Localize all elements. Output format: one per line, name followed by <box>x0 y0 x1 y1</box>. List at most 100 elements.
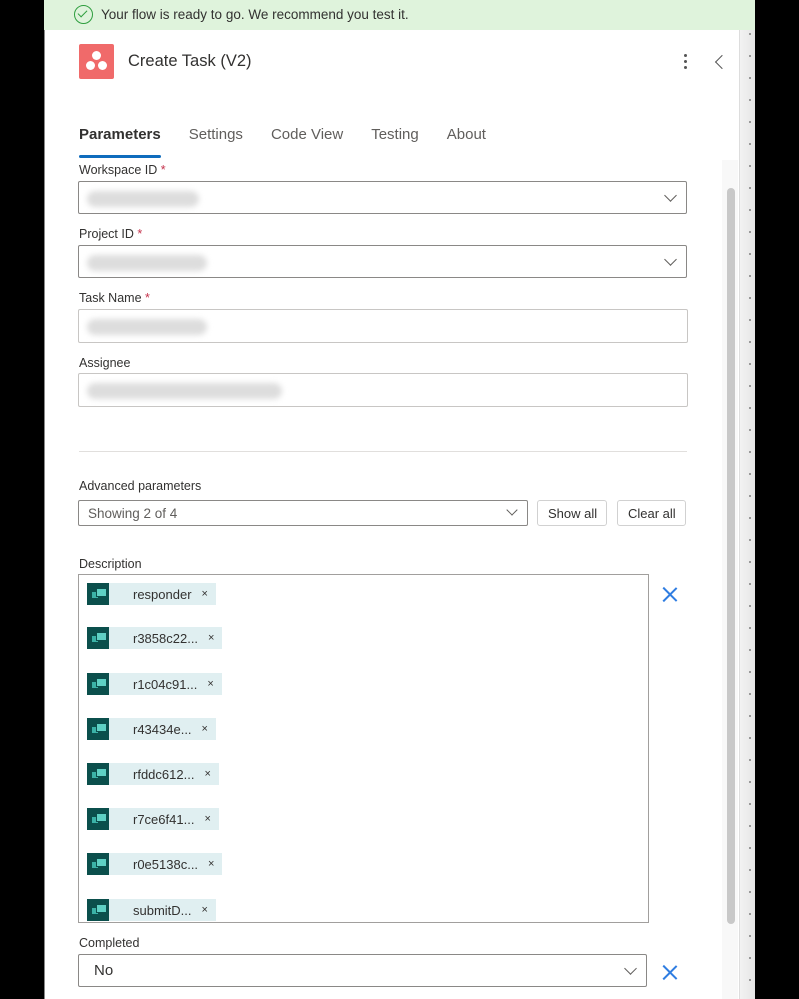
show-all-button[interactable]: Show all <box>537 500 608 526</box>
rail-dot <box>749 539 751 541</box>
rail-dot <box>749 715 751 717</box>
rail-dot <box>749 121 751 123</box>
rail-dot <box>749 319 751 321</box>
completed-label: Completed <box>79 936 140 950</box>
token-remove-icon[interactable]: × <box>192 904 216 916</box>
dynamic-content-token[interactable]: r7ce6f41... × <box>87 808 219 830</box>
token-remove-icon[interactable]: × <box>192 723 216 735</box>
token-label: rfddc612... <box>133 766 195 782</box>
rail-dot <box>749 517 751 519</box>
token-remove-icon[interactable]: × <box>198 858 222 870</box>
redacted-value <box>87 319 207 335</box>
redacted-value <box>87 383 282 399</box>
token-label: r0e5138c... <box>133 856 199 872</box>
remove-completed-icon[interactable] <box>661 963 679 981</box>
rail-dot <box>749 847 751 849</box>
label-text: Project ID <box>79 227 134 241</box>
description-input[interactable]: responder × r3858c22... × r1c04c91... × r43434… <box>78 574 649 923</box>
rail-dot <box>749 891 751 893</box>
rail-dot <box>749 561 751 563</box>
token-label: submitD... <box>133 902 192 918</box>
project-id-dropdown[interactable] <box>78 245 687 278</box>
completed-dropdown[interactable]: No <box>78 954 647 987</box>
rail-dot <box>749 209 751 211</box>
rail-dot <box>749 451 751 453</box>
forms-icon <box>87 583 109 605</box>
forms-icon <box>87 899 109 921</box>
project-id-label: Project ID * <box>79 227 142 241</box>
rail-dot <box>749 913 751 915</box>
rail-dot <box>749 363 751 365</box>
required-marker: * <box>137 227 143 241</box>
workspace-id-dropdown[interactable] <box>78 181 687 214</box>
rail-dot <box>749 33 751 35</box>
rail-dot <box>749 737 751 739</box>
forms-icon <box>87 763 109 785</box>
rail-dot <box>749 605 751 607</box>
tab-testing[interactable]: Testing <box>371 126 419 153</box>
scrollbar-thumb[interactable] <box>727 188 735 924</box>
rail-dot <box>749 979 751 981</box>
rail-dot <box>749 341 751 343</box>
action-title: Create Task (V2) <box>128 52 252 70</box>
token-label: r1c04c91... <box>133 676 198 692</box>
workspace-id-label: Workspace ID * <box>79 163 166 177</box>
advanced-parameters-dropdown[interactable]: Showing 2 of 4 <box>78 500 528 526</box>
rail-dot <box>749 473 751 475</box>
dynamic-content-token[interactable]: r43434e... × <box>87 718 216 740</box>
rail-dot <box>749 165 751 167</box>
rail-dot <box>749 759 751 761</box>
tab-about[interactable]: About <box>447 126 486 153</box>
tab-code-view[interactable]: Code View <box>271 126 343 153</box>
chevron-left-icon[interactable] <box>712 52 728 72</box>
asana-logo-icon <box>79 44 114 79</box>
dynamic-content-token[interactable]: r3858c22... × <box>87 627 223 649</box>
rail-dot <box>749 935 751 937</box>
side-rail <box>739 30 755 999</box>
assignee-input[interactable] <box>78 373 688 407</box>
token-remove-icon[interactable]: × <box>192 588 216 600</box>
token-remove-icon[interactable]: × <box>197 678 221 690</box>
remove-description-icon[interactable] <box>661 585 679 603</box>
rail-dot <box>749 55 751 57</box>
required-marker: * <box>145 291 150 305</box>
rail-dot <box>749 803 751 805</box>
required-marker: * <box>160 163 166 177</box>
tab-settings[interactable]: Settings <box>189 126 243 153</box>
clear-all-button[interactable]: Clear all <box>617 500 686 526</box>
rail-dot <box>749 671 751 673</box>
dynamic-content-token[interactable]: responder × <box>87 583 216 605</box>
forms-icon <box>87 718 109 740</box>
rail-dot <box>749 275 751 277</box>
rail-dot <box>749 495 751 497</box>
task-name-input[interactable] <box>78 309 688 343</box>
forms-icon <box>87 808 109 830</box>
rail-dot <box>749 429 751 431</box>
more-vertical-icon[interactable] <box>680 53 692 71</box>
rail-dot <box>749 627 751 629</box>
rail-dot <box>749 649 751 651</box>
rail-dot <box>749 957 751 959</box>
rail-dot <box>749 781 751 783</box>
forms-icon <box>87 673 109 695</box>
rail-dot <box>749 385 751 387</box>
dynamic-content-token[interactable]: submitD... × <box>87 899 216 921</box>
redacted-value <box>87 255 207 271</box>
dynamic-content-token[interactable]: rfddc612... × <box>87 763 219 785</box>
dropdown-value: Showing 2 of 4 <box>88 506 178 521</box>
token-remove-icon[interactable]: × <box>194 768 218 780</box>
token-label: responder <box>133 586 192 602</box>
dynamic-content-token[interactable]: r1c04c91... × <box>87 673 222 695</box>
chevron-down-icon <box>624 962 637 975</box>
tab-bar: Parameters Settings Code View Testing Ab… <box>79 126 514 158</box>
dynamic-content-token[interactable]: r0e5138c... × <box>87 853 223 875</box>
forms-icon <box>87 627 109 649</box>
token-label: r43434e... <box>133 721 192 737</box>
tab-parameters[interactable]: Parameters <box>79 126 161 158</box>
rail-dot <box>749 187 751 189</box>
token-remove-icon[interactable]: × <box>198 632 222 644</box>
rail-dot <box>749 825 751 827</box>
description-label: Description <box>79 557 142 571</box>
token-remove-icon[interactable]: × <box>194 813 218 825</box>
rail-dot <box>749 583 751 585</box>
